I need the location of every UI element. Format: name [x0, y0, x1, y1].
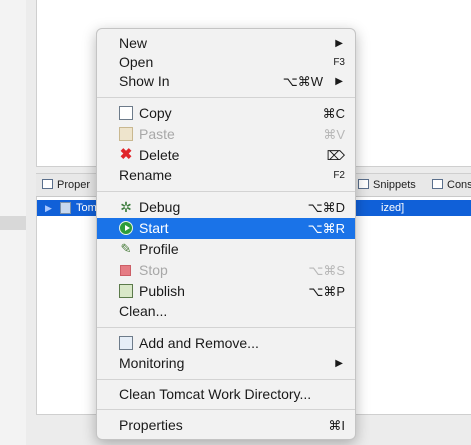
snippets-icon: [358, 179, 369, 189]
shortcut-label: ⌘C: [322, 106, 345, 121]
menu-item-paste[interactable]: Paste ⌘V: [97, 124, 355, 145]
properties-icon: [42, 179, 53, 189]
menu-item-stop[interactable]: Stop ⌥⌘S: [97, 260, 355, 281]
menu-item-clean[interactable]: Clean...: [97, 301, 355, 322]
menu-item-label: Copy: [139, 105, 172, 121]
menu-item-label: Rename: [119, 167, 172, 183]
menu-item-label: Properties: [119, 417, 183, 433]
expand-arrow-icon[interactable]: ▶: [45, 200, 52, 216]
menu-item-start[interactable]: Start ⌥⌘R: [97, 218, 355, 239]
menu-item-open[interactable]: Open F3: [97, 52, 355, 73]
menu-item-add-remove[interactable]: Add and Remove...: [97, 333, 355, 354]
shortcut-label: F3: [333, 57, 345, 68]
tab-properties[interactable]: Proper: [42, 177, 90, 193]
menu-item-label: Stop: [139, 262, 168, 278]
menu-item-delete[interactable]: ✖ Delete ⌦: [97, 145, 355, 166]
shortcut-label: ⌥⌘W: [282, 74, 323, 89]
tab-console[interactable]: Cons: [432, 177, 471, 193]
menu-item-label: New: [119, 35, 148, 51]
submenu-arrow-icon: ▶: [335, 38, 343, 49]
profile-icon: ✎: [120, 241, 132, 256]
menu-item-label: Show In: [119, 73, 170, 89]
add-remove-icon: [119, 336, 133, 350]
paste-icon: [119, 127, 133, 141]
menu-item-clean-work-dir[interactable]: Clean Tomcat Work Directory...: [97, 384, 355, 405]
shortcut-label: ⌥⌘R: [307, 221, 345, 236]
menu-item-copy[interactable]: Copy ⌘C: [97, 103, 355, 124]
menu-item-label: Delete: [139, 147, 180, 163]
shortcut-label: ⌥⌘D: [307, 200, 345, 215]
shortcut-label: ⌘V: [323, 127, 345, 142]
menu-item-publish[interactable]: Publish ⌥⌘P: [97, 281, 355, 302]
menu-separator: [97, 327, 355, 328]
submenu-arrow-icon: ▶: [335, 358, 343, 369]
menu-item-debug[interactable]: ✲ Debug ⌥⌘D: [97, 197, 355, 218]
start-icon: [119, 221, 133, 235]
delete-icon: ✖: [119, 146, 133, 163]
menu-item-label: Profile: [139, 241, 179, 257]
server-row-name: Tom: [76, 202, 97, 214]
tab-snippets-label: Snippets: [373, 179, 416, 191]
shortcut-label: ⌦: [326, 148, 345, 163]
publish-icon: [119, 284, 133, 298]
menu-separator: [97, 97, 355, 98]
submenu-arrow-icon: ▶: [335, 76, 343, 87]
stop-icon: [120, 265, 131, 276]
console-icon: [432, 179, 443, 189]
server-row-status: ized]: [381, 202, 405, 214]
menu-item-profile[interactable]: ✎ Profile: [97, 239, 355, 260]
menu-item-label: Paste: [139, 126, 175, 142]
debug-icon: ✲: [120, 199, 132, 215]
menu-item-label: Debug: [139, 199, 181, 215]
menu-item-label: Clean...: [119, 303, 168, 319]
tab-snippets[interactable]: Snippets: [358, 177, 416, 193]
context-menu: New ▶ Open F3 Show In ⌥⌘W ▶ Copy ⌘C Past…: [96, 28, 356, 440]
shortcut-label: ⌘I: [328, 418, 345, 433]
menu-separator: [97, 379, 355, 380]
menu-separator: [97, 409, 355, 410]
menu-item-new[interactable]: New ▶: [97, 33, 355, 54]
menu-separator: [97, 191, 355, 192]
left-panel-selection: [0, 216, 26, 230]
shortcut-label: ⌥⌘S: [308, 263, 345, 278]
menu-item-properties[interactable]: Properties ⌘I: [97, 415, 355, 436]
tab-console-label: Cons: [447, 179, 471, 191]
menu-item-label: Add and Remove...: [139, 335, 259, 351]
menu-item-label: Start: [139, 220, 169, 236]
menu-item-label: Publish: [139, 283, 185, 299]
tab-properties-label: Proper: [57, 179, 91, 191]
menu-item-label: Clean Tomcat Work Directory...: [119, 386, 312, 402]
copy-icon: [119, 106, 133, 120]
menu-item-monitoring[interactable]: Monitoring ▶: [97, 353, 355, 374]
menu-item-label: Open: [119, 54, 154, 70]
shortcut-label: ⌥⌘P: [308, 284, 345, 299]
menu-item-show-in[interactable]: Show In ⌥⌘W ▶: [97, 71, 355, 92]
menu-item-rename[interactable]: Rename F2: [97, 165, 355, 186]
shortcut-label: F2: [333, 170, 345, 181]
menu-item-label: Monitoring: [119, 355, 185, 371]
server-icon: [60, 202, 71, 214]
